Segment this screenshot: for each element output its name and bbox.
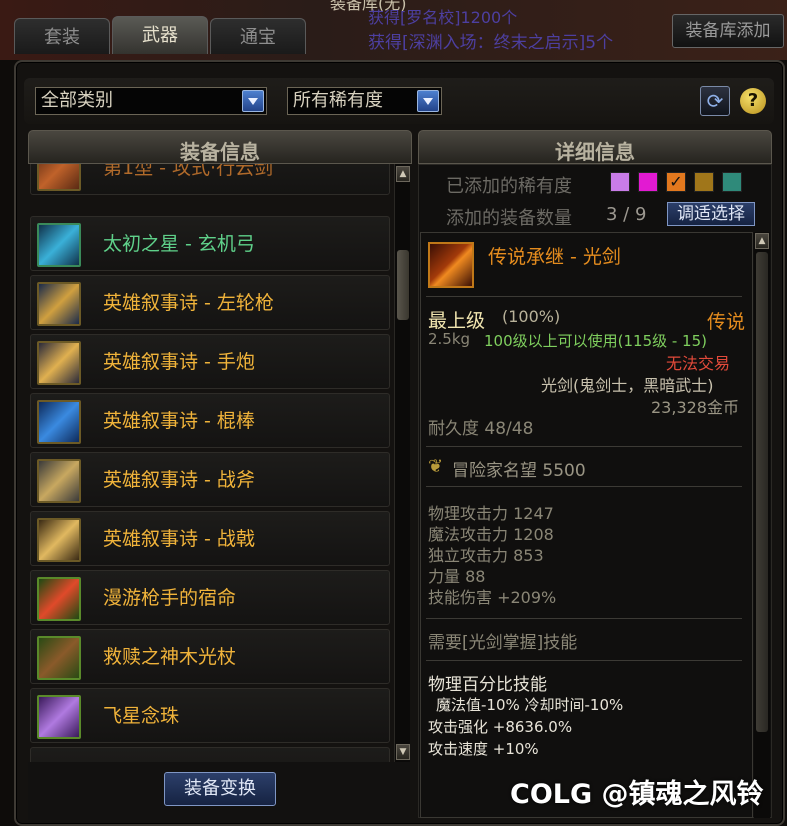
divider (426, 660, 742, 661)
divider (426, 296, 742, 297)
weapon-icon (37, 695, 81, 739)
equipment-name: 飞星念珠 (103, 705, 180, 727)
chevron-down-icon[interactable] (417, 90, 439, 112)
added-count-value: 3 / 9 (606, 204, 647, 225)
equipment-name: 第1型 - 攻式·行云剑 (103, 164, 274, 179)
rarity-swatch[interactable] (722, 172, 742, 192)
equipment-list-item[interactable]: 英雄叙事诗 - 棍棒 (30, 393, 390, 448)
scroll-thumb[interactable] (397, 250, 409, 320)
category-dropdown[interactable]: 全部类别 (35, 87, 267, 115)
rarity-swatch[interactable] (638, 172, 658, 192)
equipment-list-item[interactable]: 飞星念珠 (30, 688, 390, 743)
weapon-icon (37, 164, 81, 191)
scroll-up-icon[interactable]: ▲ (396, 166, 410, 182)
equipment-name: 漫游枪手的宿命 (103, 587, 237, 609)
weapon-icon (37, 459, 81, 503)
divider (426, 618, 742, 619)
effect-line: 魔法值-10% 冷却时间-10% (436, 696, 624, 714)
equipment-name: 英雄叙事诗 - 手炮 (103, 351, 255, 373)
effect-line: 物理百分比技能 (428, 675, 547, 695)
item-weight: 2.5kg (428, 330, 471, 348)
scroll-up-icon[interactable]: ▲ (755, 233, 769, 249)
equipment-list-item[interactable]: 英雄叙事诗 - 战斧 (30, 452, 390, 507)
equipment-name: 英雄叙事诗 - 棍棒 (103, 410, 255, 432)
add-to-storage-button[interactable]: 装备库添加 (672, 14, 784, 48)
weapon-icon (37, 400, 81, 444)
item-durability: 耐久度 48/48 (428, 419, 534, 439)
list-scrollbar[interactable]: ▲ ▼ (394, 164, 410, 762)
weapon-icon (37, 577, 81, 621)
item-grade: 最上级 (428, 310, 486, 332)
detail-info-header: 详细信息 (418, 130, 772, 164)
item-name: 传说承继 - 光剑 (488, 246, 621, 268)
detail-scrollbar[interactable]: ▲ (754, 232, 770, 818)
stat-line: 技能伤害 +209% (428, 588, 557, 607)
item-trade-status: 无法交易 (666, 354, 731, 373)
background-notice-1: 获得[罗名校]1200个 (368, 8, 518, 27)
effect-line: 攻击强化 +8636.0% (428, 718, 573, 736)
skill-requirement: 需要[光剑掌握]技能 (428, 633, 578, 653)
category-dropdown-value: 全部类别 (41, 90, 113, 111)
item-grade-percent: (100%) (502, 307, 561, 326)
rarity-checked-swatch[interactable]: ✓ (666, 172, 686, 192)
rarity-swatch[interactable] (610, 172, 630, 192)
equipment-name: 英雄叙事诗 - 战斧 (103, 469, 255, 491)
divider (426, 486, 742, 487)
background-notice-2: 获得[深渊入场：终末之启示]5个 (368, 33, 614, 53)
fame-icon: ❦ (428, 456, 444, 477)
equipment-name: 太初之星 - 玄机弓 (103, 233, 255, 255)
effect-line: 攻击速度 +10% (428, 740, 539, 758)
equipment-list-item[interactable]: 第1型 - 攻式·行云剑 (30, 164, 390, 195)
chevron-down-icon[interactable] (242, 90, 264, 112)
rarity-dropdown[interactable]: 所有稀有度 (287, 87, 442, 115)
item-class: 光剑(鬼剑士，黑暗武士) (541, 376, 714, 395)
scroll-thumb[interactable] (756, 252, 768, 732)
equipment-list-item[interactable]: 漫游枪手的宿命 (30, 570, 390, 625)
item-price: 23,328金币 (651, 398, 739, 417)
equipment-name: 英雄叙事诗 - 左轮枪 (103, 292, 274, 314)
item-rarity: 传说 (707, 311, 746, 333)
weapon-icon (37, 341, 81, 385)
tab-tongbao[interactable]: 通宝 (210, 18, 306, 54)
equipment-list-item[interactable]: 救赎之神木光杖 (30, 629, 390, 684)
refresh-icon[interactable]: ⟳ (700, 86, 730, 116)
weapon-icon (37, 282, 81, 326)
divider (426, 446, 742, 447)
equipment-list-item[interactable]: 太初之星 - 玄机弓 (30, 216, 390, 271)
weapon-icon (37, 636, 81, 680)
item-fame: 冒险家名望 5500 (452, 461, 586, 481)
rarity-dropdown-value: 所有稀有度 (293, 90, 383, 111)
equipment-switch-button[interactable]: 装备变换 (164, 772, 276, 806)
equipment-list-item[interactable] (30, 747, 390, 762)
tab-weapon[interactable]: 武器 (112, 16, 208, 54)
equipment-info-header: 装备信息 (28, 130, 412, 164)
rarity-swatch[interactable] (694, 172, 714, 192)
weapon-icon (37, 223, 81, 267)
lightsword-icon (428, 242, 474, 288)
equipment-list: 第1型 - 攻式·行云剑太初之星 - 玄机弓 英雄叙事诗 - 左轮枪 英雄叙事诗 -… (28, 164, 392, 762)
equipment-name: 救赎之神木光杖 (103, 646, 237, 668)
help-icon[interactable]: ? (740, 88, 766, 114)
equipment-list-item[interactable]: 英雄叙事诗 - 左轮枪 (30, 275, 390, 330)
scroll-down-icon[interactable]: ▼ (396, 744, 410, 760)
tab-set[interactable]: 套装 (14, 18, 110, 54)
weapon-icon (37, 518, 81, 562)
added-rarity-label: 已添加的稀有度 (446, 176, 572, 197)
adjust-selection-button[interactable]: 调适选择 (667, 202, 755, 226)
item-level-requirement: 100级以上可以使用(115级 - 15) (484, 332, 708, 350)
equipment-list-item[interactable]: 英雄叙事诗 - 战戟 (30, 511, 390, 566)
equipment-name: 英雄叙事诗 - 战戟 (103, 528, 255, 550)
equipment-list-item[interactable]: 英雄叙事诗 - 手炮 (30, 334, 390, 389)
added-count-label: 添加的装备数量 (446, 208, 572, 229)
watermark: COLG @镇魂之风铃 (510, 779, 764, 810)
